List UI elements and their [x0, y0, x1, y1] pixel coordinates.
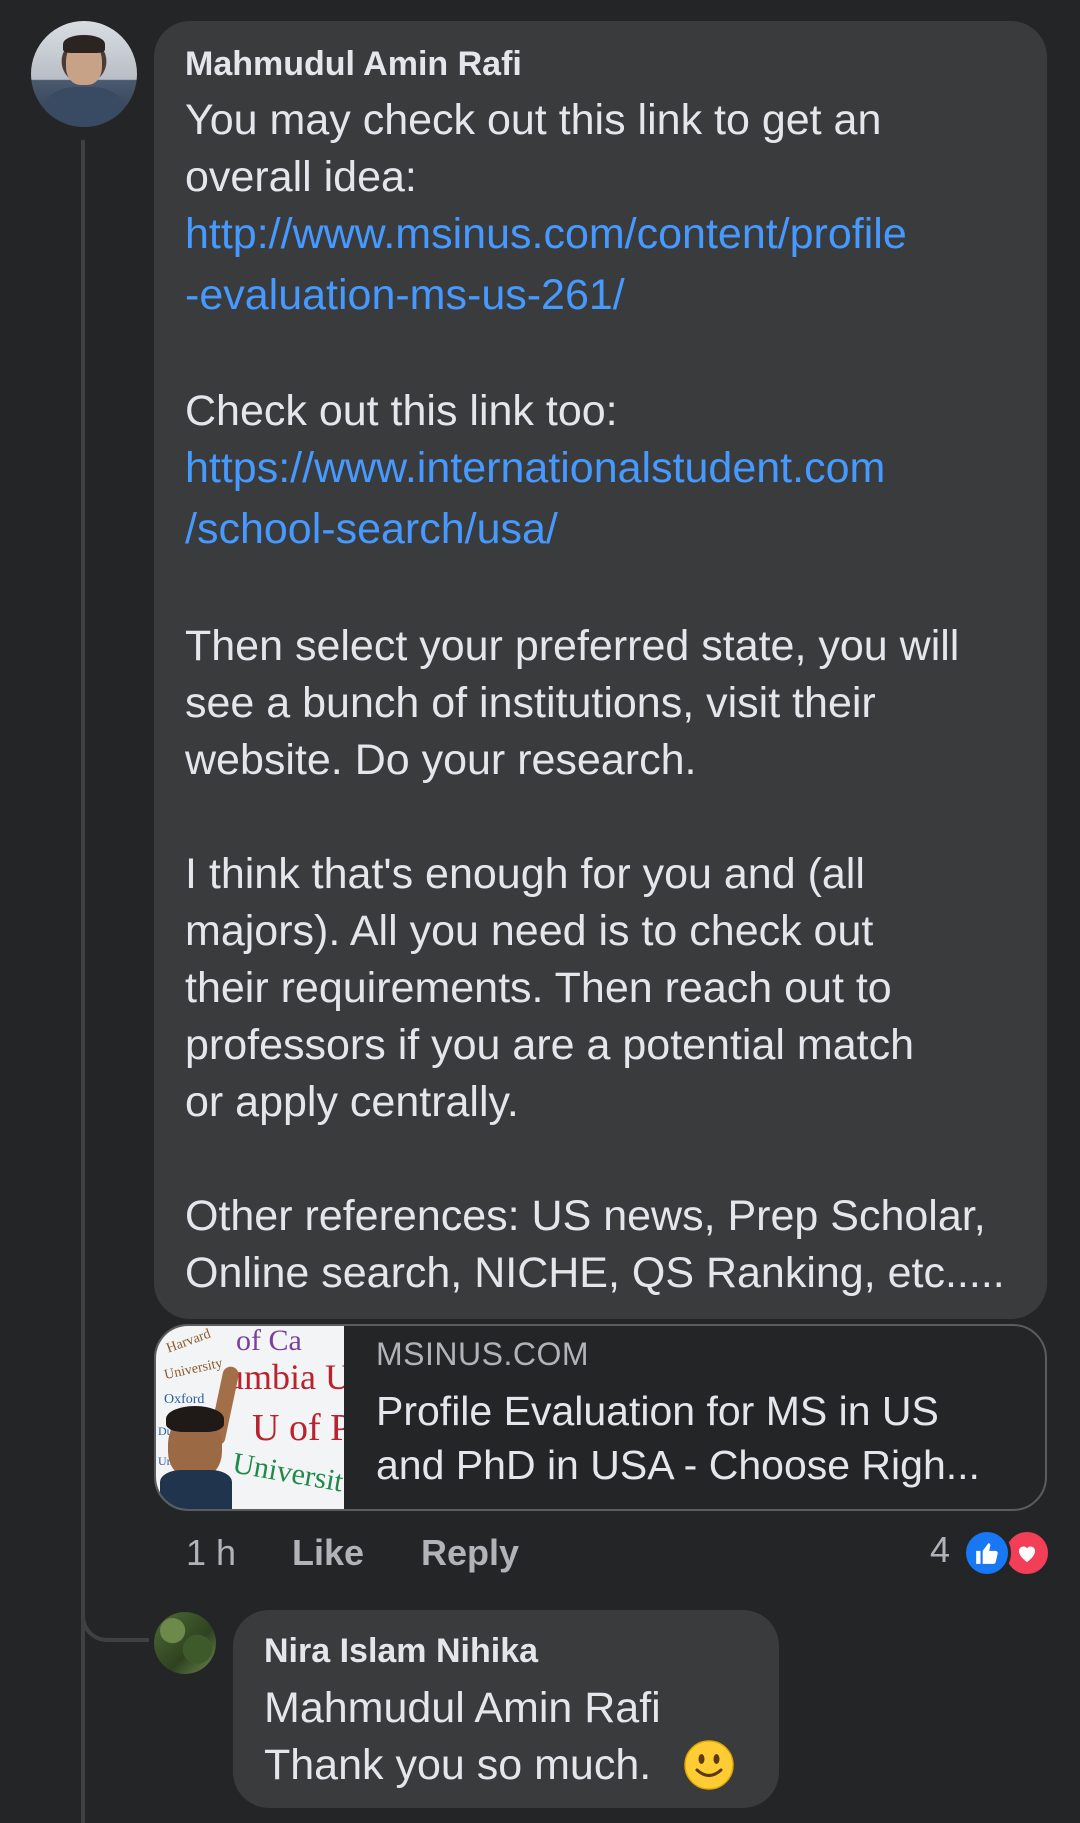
link-preview-card[interactable]: Harvard University of Ca Oxford umbia Un…	[154, 1324, 1047, 1511]
comment-text-line: Then select your preferred state, you wi…	[185, 622, 960, 670]
comment-text-line: see a bunch of institutions, visit their	[185, 679, 876, 727]
comment-text-line: Online search, NICHE, QS Ranking, etc...…	[185, 1249, 1005, 1297]
link-preview-title: Profile Evaluation for MS in US	[376, 1388, 939, 1434]
like-icon[interactable]	[963, 1529, 1011, 1577]
thumbnail-text: of Ca	[236, 1326, 302, 1357]
comment-text-line: or apply centrally.	[185, 1078, 519, 1126]
thumbnail-person-shirt	[160, 1470, 232, 1509]
thread-branch	[81, 1560, 149, 1642]
comment-text-line: You may check out this link to get an	[185, 96, 882, 144]
comment-link[interactable]: /school-search/usa/	[185, 504, 558, 554]
comment-text-line: I think that's enough for you and (all	[185, 850, 865, 898]
comment-link[interactable]: http://www.msinus.com/content/profile	[185, 209, 907, 259]
comment-link[interactable]: https://www.internationalstudent.com	[185, 443, 885, 493]
thumbnail-text: Harvard	[164, 1326, 213, 1357]
comment-text-line: overall idea:	[185, 153, 417, 201]
avatar-body	[45, 87, 123, 127]
thumbnail-text: umbia Un	[226, 1357, 344, 1397]
comment-link[interactable]: -evaluation-ms-us-261/	[185, 270, 625, 320]
reaction-count[interactable]: 4	[930, 1529, 950, 1571]
reply-avatar[interactable]	[154, 1612, 216, 1674]
reply-text: Thank you so much.	[264, 1741, 652, 1789]
comment-author[interactable]: Mahmudul Amin Rafi	[185, 44, 522, 84]
heart-icon	[1019, 1546, 1035, 1562]
comment-text-line: majors). All you need is to check out	[185, 907, 874, 955]
thumbnail-text: U of Pe	[252, 1407, 344, 1449]
comment-text-line: professors if you are a potential match	[185, 1021, 914, 1069]
like-button[interactable]: Like	[292, 1531, 364, 1575]
thumbnail-text: Universit	[230, 1446, 344, 1499]
link-preview-title: and PhD in USA - Choose Righ...	[376, 1442, 980, 1488]
reply-mention-link[interactable]: Mahmudul Amin Rafi	[264, 1683, 661, 1733]
comment-thread: Mahmudul Amin Rafi You may check out thi…	[0, 0, 1080, 1823]
thumbnail-person-hair	[166, 1406, 224, 1432]
avatar[interactable]	[31, 21, 137, 127]
thumbs-up-icon	[976, 1543, 998, 1564]
slightly-smiling-face-icon	[684, 1740, 734, 1790]
comment-text-line: website. Do your research.	[185, 736, 697, 784]
thumbnail-text: University	[162, 1356, 224, 1383]
link-preview-domain: MSINUS.COM	[376, 1336, 589, 1372]
reply-button[interactable]: Reply	[421, 1531, 519, 1575]
comment-text-line: Check out this link too:	[185, 387, 618, 435]
reply-author[interactable]: Nira Islam Nihika	[264, 1631, 538, 1671]
avatar-hair	[63, 35, 105, 53]
comment-text-line: their requirements. Then reach out to	[185, 964, 892, 1012]
link-preview-thumbnail: Harvard University of Ca Oxford umbia Un…	[156, 1326, 344, 1509]
comment-text-line: Other references: US news, Prep Scholar,	[185, 1192, 986, 1240]
comment-timestamp[interactable]: 1 h	[186, 1531, 236, 1575]
